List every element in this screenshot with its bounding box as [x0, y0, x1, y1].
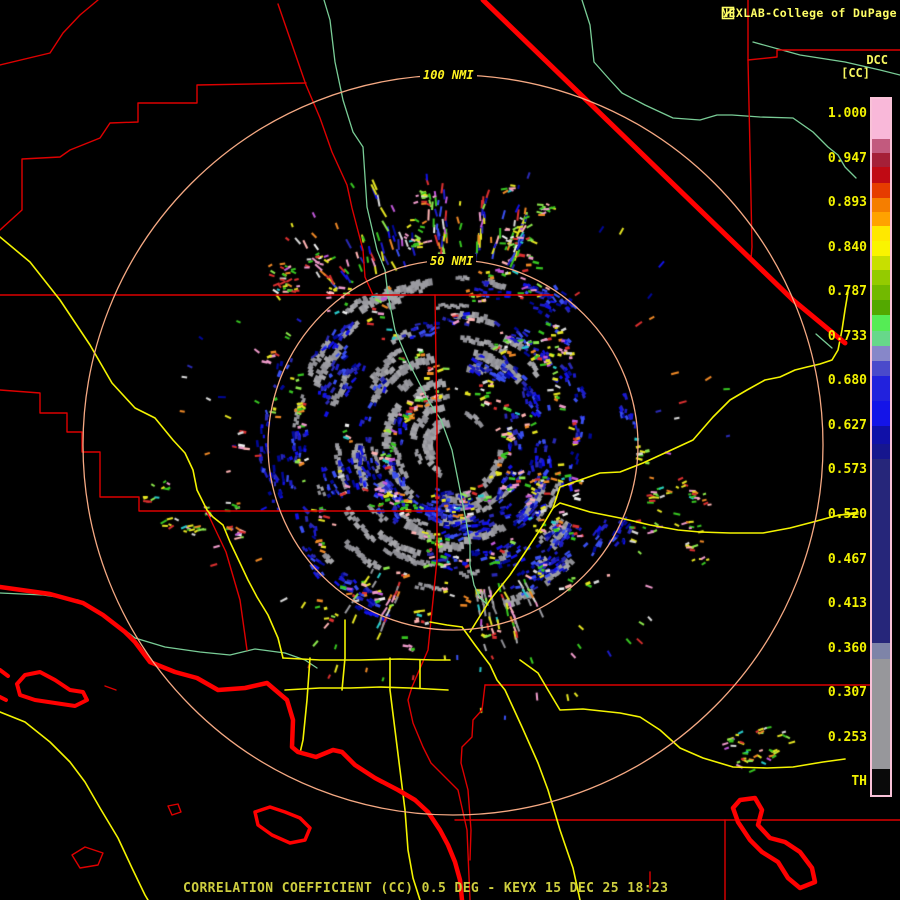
- scale-tick-label: 0.520: [827, 506, 867, 522]
- scale-tick-label: 0.360: [827, 640, 867, 656]
- color-scale-block: [872, 285, 890, 300]
- county-border-line: [167, 803, 182, 816]
- river-line: [581, 0, 857, 179]
- coast-state-line: [0, 695, 8, 702]
- coast-state-line: [253, 805, 312, 845]
- color-scale-block: [872, 444, 890, 459]
- scale-tick-label: 1.000: [827, 106, 867, 121]
- highway-line: [341, 619, 346, 691]
- county-border-line: [277, 3, 374, 296]
- county-border-line: [71, 846, 104, 869]
- scale-tick-label: 0.733: [827, 328, 867, 344]
- color-scale-block: [872, 256, 890, 270]
- scale-tick-label: 0.253: [827, 729, 867, 745]
- color-scale-block: [872, 139, 890, 153]
- river-line: [0, 592, 318, 669]
- color-scale-block: [872, 300, 890, 315]
- coast-state-line: [0, 584, 465, 900]
- highway-line: [552, 291, 849, 509]
- color-scale-block: [872, 331, 890, 346]
- coast-state-line: [730, 795, 818, 891]
- box-slash-icon: [721, 6, 735, 20]
- color-scale-block: [872, 769, 890, 795]
- highway-line: [0, 711, 149, 900]
- scale-tick-label: 0.787: [827, 284, 867, 300]
- county-border-line: [0, 389, 438, 512]
- scale-tick-label: 0.627: [827, 417, 867, 433]
- highway-line: [461, 626, 581, 900]
- color-scale-block: [872, 226, 890, 241]
- county-border-line: [104, 685, 117, 691]
- county-border-line: [460, 684, 486, 861]
- color-scale-block: [872, 401, 890, 426]
- scale-tick-label: 0.573: [827, 462, 867, 478]
- scale-tick-label: TH: [851, 774, 867, 790]
- color-scale-block: [872, 361, 890, 376]
- highway-line: [519, 659, 846, 769]
- color-scale-block: [872, 659, 890, 769]
- range-ring-label-50nmi: 50 NMI: [427, 254, 477, 268]
- highway-line: [299, 657, 311, 754]
- color-scale-block: [872, 198, 890, 212]
- scale-tick-label: 0.680: [827, 373, 867, 389]
- scale-tick-label: 0.413: [827, 596, 867, 612]
- color-scale-block: [872, 459, 890, 643]
- highway-line: [552, 502, 859, 534]
- product-title: CORRELATION COEFFICIENT (CC) 0.5 DEG - K…: [183, 881, 669, 896]
- color-scale-block: [872, 99, 890, 139]
- county-border-line: [0, 82, 307, 231]
- product-field-label: [CC]: [841, 66, 870, 80]
- county-border-line: [0, 0, 99, 66]
- range-ring: [82, 74, 824, 816]
- color-scale-bar: [870, 97, 892, 797]
- coast-state-line: [480, 0, 848, 346]
- scale-tick-label: 0.840: [827, 239, 867, 255]
- color-scale-block: [872, 426, 890, 444]
- color-scale-block: [872, 153, 890, 167]
- header: NEXLAB-College of DuPage: [721, 6, 897, 20]
- color-scale-block: [872, 270, 890, 285]
- map-overlay: [0, 0, 900, 900]
- coast-state-line: [15, 670, 89, 708]
- scale-tick-label: 0.467: [827, 551, 867, 567]
- color-scale-block: [872, 315, 890, 331]
- coast-state-line: [0, 668, 10, 678]
- scale-tick-label: 0.307: [827, 685, 867, 701]
- product-id-label: DCC: [866, 53, 888, 67]
- color-scale-block: [872, 183, 890, 198]
- scale-tick-label: 0.947: [827, 150, 867, 166]
- radar-display: NEXLAB-College of DuPage DCC [CC] 100 NM…: [0, 0, 900, 900]
- color-scale-block: [872, 241, 890, 256]
- highway-line: [469, 507, 554, 633]
- highway-line: [284, 686, 449, 691]
- color-scale-block: [872, 643, 890, 659]
- color-scale-block: [872, 167, 890, 183]
- range-ring-label-100nmi: 100 NMI: [420, 68, 477, 82]
- river-line: [323, 0, 489, 606]
- county-border-line: [407, 294, 471, 900]
- brand-text: NEXLAB-College of DuPage: [721, 6, 897, 20]
- color-scale-block: [872, 376, 890, 401]
- color-scale-block: [872, 346, 890, 361]
- county-border-line: [747, 0, 753, 260]
- scale-tick-label: 0.893: [827, 195, 867, 211]
- highway-line: [389, 657, 421, 900]
- range-ring: [267, 259, 639, 631]
- highway-line: [429, 621, 463, 628]
- color-scale-block: [872, 212, 890, 226]
